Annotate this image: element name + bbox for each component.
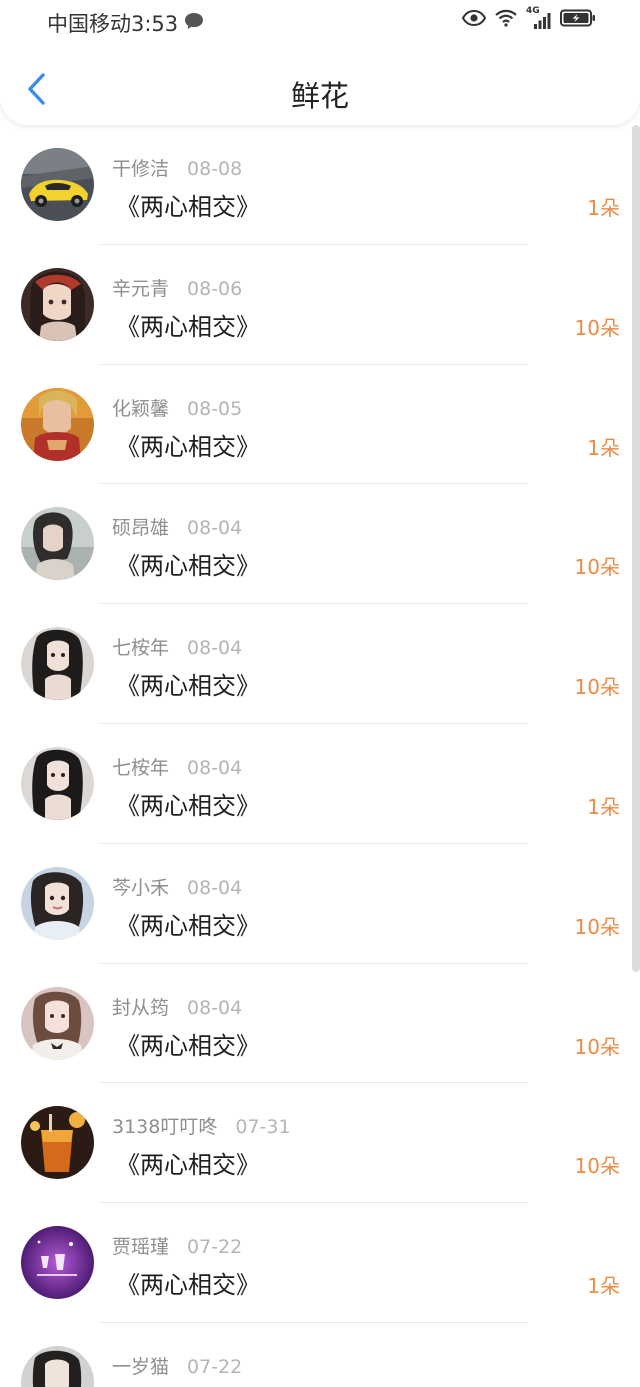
top-bar: 中国移动3:53 4G 鲜花 xyxy=(0,0,640,125)
list-item[interactable]: 封从筠 08-04 《两心相交》 10朵 xyxy=(0,964,632,1084)
sender-info: 硕昂雄 08-04 xyxy=(112,513,242,540)
flower-count: 10朵 xyxy=(574,914,620,939)
avatar[interactable] xyxy=(21,507,94,581)
avatar[interactable] xyxy=(21,627,94,701)
sender-name: 贾瑶瑾 xyxy=(112,1236,170,1259)
send-date: 08-08 xyxy=(187,158,243,180)
flower-count: 1朵 xyxy=(587,196,620,220)
avatar[interactable] xyxy=(21,986,94,1060)
flower-count: 1朵 xyxy=(587,1274,620,1299)
eye-icon xyxy=(461,9,487,30)
gift-name: 《两心相交》 xyxy=(116,312,260,341)
send-date: 07-22 xyxy=(187,1236,243,1259)
send-date: 07-22 xyxy=(187,1355,243,1378)
gift-name: 《两心相交》 xyxy=(116,791,260,820)
send-date: 08-06 xyxy=(187,277,243,300)
message-bubble-icon xyxy=(184,11,204,35)
avatar[interactable] xyxy=(21,746,94,820)
send-date: 08-05 xyxy=(187,397,243,420)
carrier-time-text: 中国移动3:53 xyxy=(47,12,179,36)
sender-info: 化颖馨 08-05 xyxy=(112,394,242,421)
battery-charging-icon xyxy=(560,9,596,31)
list-item[interactable]: 七桉年 08-04 《两心相交》 10朵 xyxy=(0,604,632,724)
wifi-icon xyxy=(494,9,518,31)
carrier-time: 中国移动3:53 xyxy=(47,8,204,38)
status-bar: 中国移动3:53 4G xyxy=(0,0,640,44)
list-item[interactable]: 硕昂雄 08-04 《两心相交》 10朵 xyxy=(0,484,632,605)
gift-name: 《两心相交》 xyxy=(116,1151,260,1180)
sender-info: 封从筠 08-04 xyxy=(112,993,242,1020)
sender-name: 3138叮叮咚 xyxy=(112,1116,218,1139)
sender-info: 辛元青 08-06 xyxy=(112,274,242,301)
sender-name: 七桉年 xyxy=(112,756,170,779)
sender-name: 辛元青 xyxy=(112,277,170,300)
send-date: 08-04 xyxy=(187,637,243,660)
flower-count: 10朵 xyxy=(574,675,620,700)
gift-name: 《两心相交》 xyxy=(116,432,260,461)
sender-name: 封从筠 xyxy=(112,996,170,1019)
gift-name: 《两心相交》 xyxy=(116,911,260,940)
list-item[interactable]: 七桉年 08-04 《两心相交》 1朵 xyxy=(0,724,632,844)
list-item[interactable]: 辛元青 08-06 《两心相交》 10朵 xyxy=(0,245,632,365)
navigation-bar: 鲜花 xyxy=(0,55,640,125)
sender-name: 干修洁 xyxy=(112,158,170,180)
send-date: 08-04 xyxy=(187,517,243,540)
sender-info: 一岁猫 07-22 xyxy=(112,1352,242,1379)
flower-count: 10朵 xyxy=(574,1034,620,1059)
app-screen: 中国移动3:53 4G 鲜花 干修洁 08-08 《两心相交》 1朵 辛元青 0… xyxy=(0,0,640,1387)
gift-name: 《两心相交》 xyxy=(116,1031,260,1060)
sender-name: 化颖馨 xyxy=(112,397,170,420)
status-icons: 4G xyxy=(461,6,596,31)
avatar[interactable] xyxy=(21,267,94,341)
send-date: 08-04 xyxy=(187,996,243,1019)
flower-count: 1朵 xyxy=(587,794,620,819)
list-item[interactable]: 贾瑶瑾 07-22 《两心相交》 1朵 xyxy=(0,1203,632,1323)
avatar[interactable] xyxy=(21,387,94,461)
sender-info: 干修洁 08-08 xyxy=(112,154,242,181)
send-date: 08-04 xyxy=(187,756,243,779)
scrollbar[interactable] xyxy=(632,125,640,972)
sender-info: 3138叮叮咚 07-31 xyxy=(112,1112,291,1139)
gift-name: 《两心相交》 xyxy=(116,672,260,701)
signal-bars-icon: 4G xyxy=(526,6,552,30)
avatar[interactable] xyxy=(21,1106,94,1180)
sender-name: 一岁猫 xyxy=(112,1355,170,1378)
list-item[interactable]: 一岁猫 07-22 xyxy=(0,1323,632,1387)
avatar[interactable] xyxy=(21,1226,94,1300)
sender-info: 七桉年 08-04 xyxy=(112,753,242,780)
gift-name: 《两心相交》 xyxy=(116,1271,260,1300)
sender-info: 芩小禾 08-04 xyxy=(112,873,242,900)
flower-record-list: 干修洁 08-08 《两心相交》 1朵 辛元青 08-06 《两心相交》 10朵… xyxy=(0,125,632,1387)
list-item[interactable]: 3138叮叮咚 07-31 《两心相交》 10朵 xyxy=(0,1083,632,1204)
send-date: 07-31 xyxy=(235,1116,291,1139)
flower-count: 10朵 xyxy=(574,1154,620,1179)
sender-name: 芩小禾 xyxy=(112,876,170,899)
gift-name: 《两心相交》 xyxy=(116,552,260,581)
page-title: 鲜花 xyxy=(290,79,349,113)
gift-name: 《两心相交》 xyxy=(116,193,260,221)
avatar[interactable] xyxy=(21,1345,94,1387)
list-item[interactable]: 干修洁 08-08 《两心相交》 1朵 xyxy=(0,125,632,245)
flower-count: 10朵 xyxy=(574,555,620,580)
sender-info: 七桉年 08-04 xyxy=(112,633,242,660)
avatar[interactable] xyxy=(21,148,94,221)
send-date: 08-04 xyxy=(187,876,243,899)
sender-name: 硕昂雄 xyxy=(112,517,170,540)
list-item[interactable]: 芩小禾 08-04 《两心相交》 10朵 xyxy=(0,844,632,964)
avatar[interactable] xyxy=(21,866,94,940)
sender-name: 七桉年 xyxy=(112,637,170,660)
list-item[interactable]: 化颖馨 08-05 《两心相交》 1朵 xyxy=(0,365,632,485)
flower-count: 10朵 xyxy=(574,315,620,340)
flower-count: 1朵 xyxy=(587,435,620,460)
sender-info: 贾瑶瑾 07-22 xyxy=(112,1232,242,1259)
